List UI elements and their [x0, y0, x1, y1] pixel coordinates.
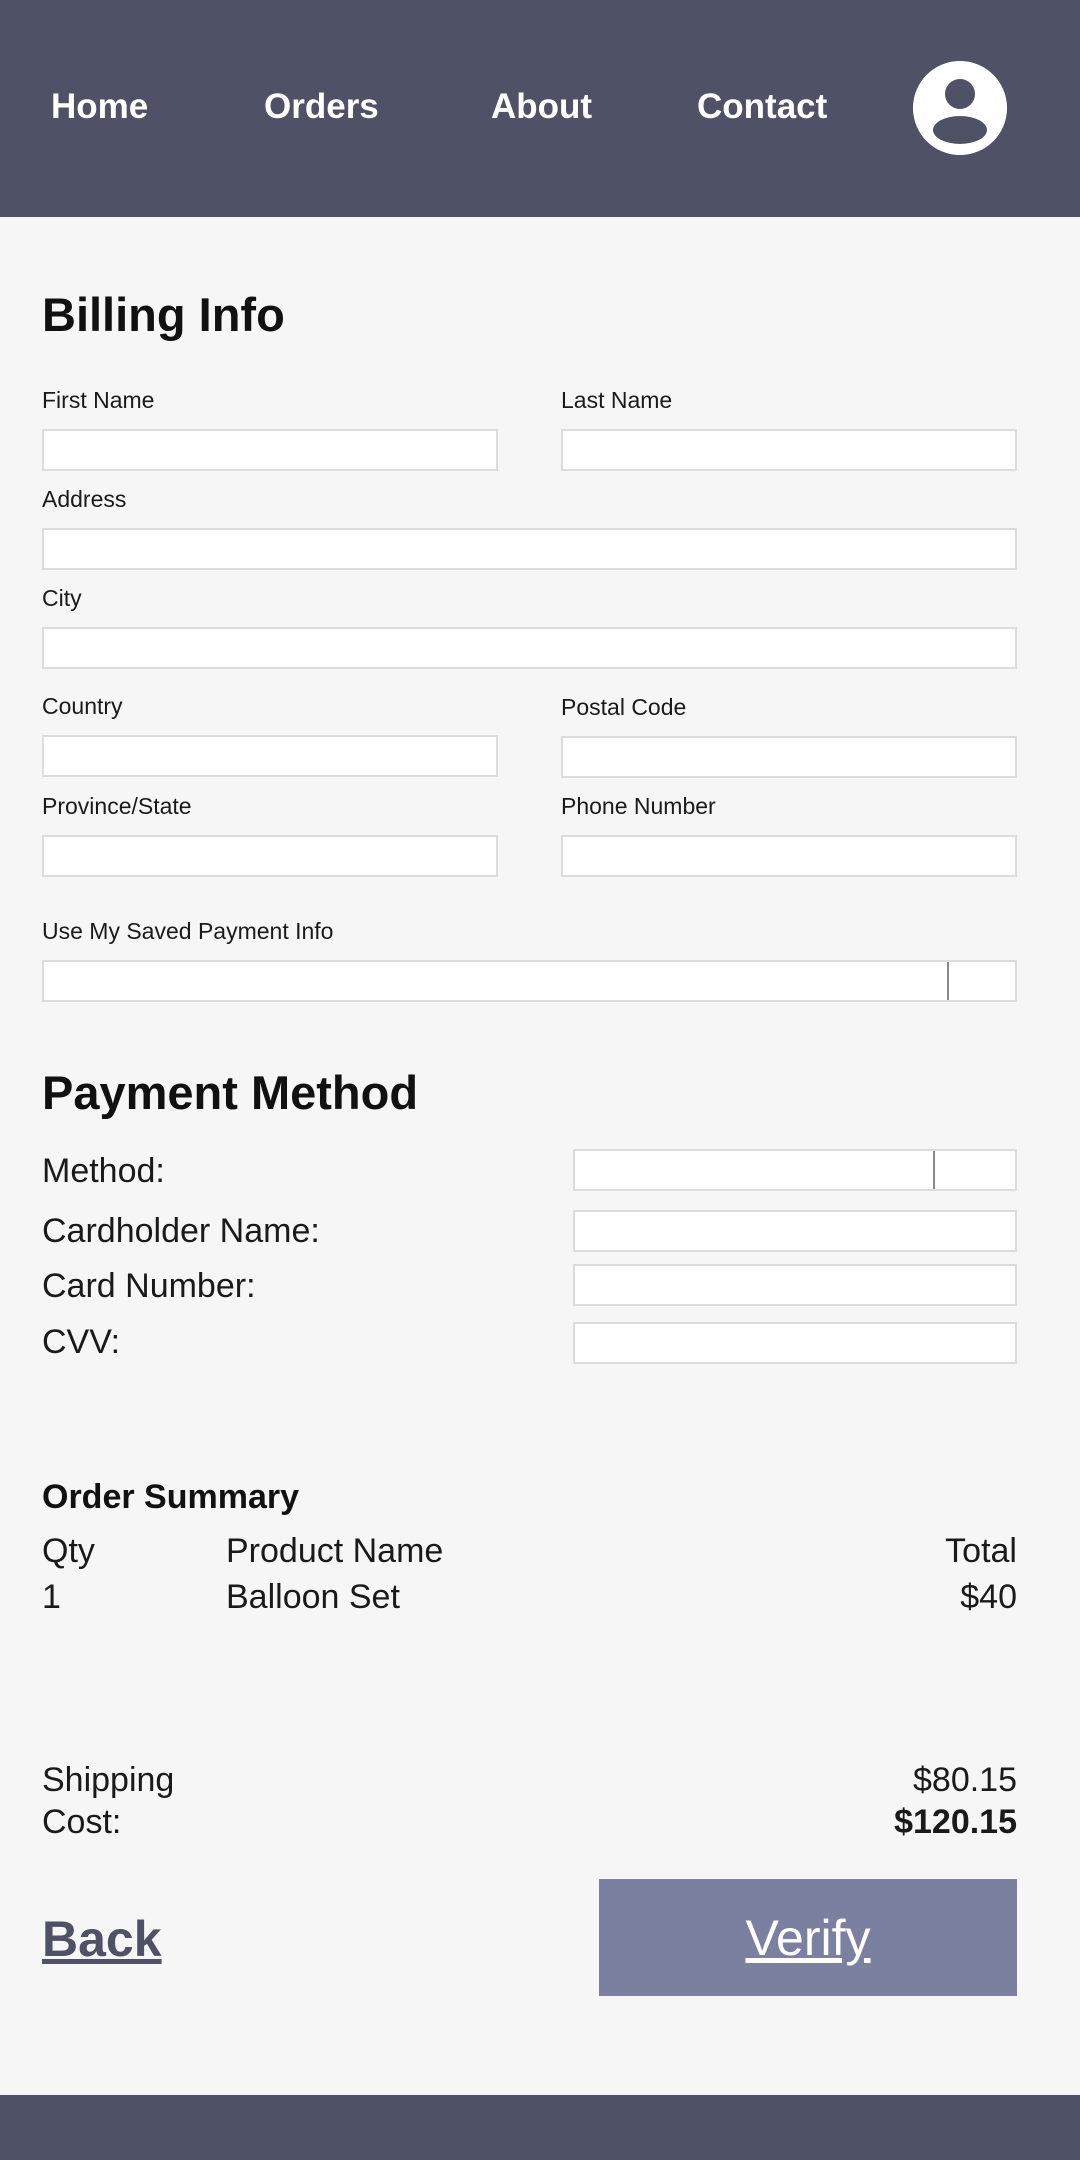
cost-value: $120.15: [894, 1803, 1017, 1841]
total-header: Total: [945, 1532, 1017, 1570]
row-total: $40: [960, 1578, 1017, 1616]
shipping-value: $80.15: [913, 1761, 1017, 1799]
dropdown-divider: [947, 962, 949, 1000]
billing-info-title: Billing Info: [42, 288, 285, 341]
payment-method-title: Payment Method: [42, 1066, 419, 1119]
last-name-field[interactable]: [561, 429, 1017, 471]
postal-code-label: Postal Code: [561, 694, 687, 720]
province-state-label: Province/State: [42, 793, 192, 819]
cost-label: Cost:: [42, 1803, 122, 1841]
back-link[interactable]: Back: [42, 1911, 162, 1967]
address-field[interactable]: [42, 528, 1017, 570]
first-name-label: First Name: [42, 387, 155, 413]
cvv-field[interactable]: [573, 1322, 1017, 1364]
first-name-field[interactable]: [42, 429, 498, 471]
row-product-name: Balloon Set: [226, 1578, 400, 1616]
saved-payment-label: Use My Saved Payment Info: [42, 918, 334, 944]
card-number-label: Card Number:: [42, 1267, 256, 1305]
verify-button[interactable]: Verify: [599, 1879, 1017, 1996]
method-select[interactable]: [573, 1149, 1017, 1191]
city-label: City: [42, 585, 82, 611]
nav-about-link[interactable]: About: [491, 87, 592, 127]
nav-contact-link[interactable]: Contact: [697, 87, 827, 127]
top-nav-bar: Home Orders About Contact: [0, 0, 1080, 217]
user-icon: [913, 61, 1007, 155]
dropdown-divider: [933, 1151, 935, 1189]
order-summary-title: Order Summary: [42, 1478, 299, 1516]
cvv-label: CVV:: [42, 1323, 121, 1361]
city-field[interactable]: [42, 627, 1017, 669]
nav-home-link[interactable]: Home: [51, 87, 148, 127]
province-state-field[interactable]: [42, 835, 498, 877]
phone-number-label: Phone Number: [561, 793, 716, 819]
country-label: Country: [42, 693, 123, 719]
row-qty: 1: [42, 1578, 61, 1616]
cardholder-name-field[interactable]: [573, 1210, 1017, 1252]
cardholder-name-label: Cardholder Name:: [42, 1212, 320, 1250]
postal-code-field[interactable]: [561, 736, 1017, 778]
country-field[interactable]: [42, 735, 498, 777]
nav-orders-link[interactable]: Orders: [264, 87, 379, 127]
method-label: Method:: [42, 1152, 165, 1190]
shipping-label: Shipping: [42, 1761, 175, 1799]
saved-payment-select[interactable]: [42, 960, 1017, 1002]
footer-bar: [0, 2095, 1080, 2160]
phone-number-field[interactable]: [561, 835, 1017, 877]
qty-header: Qty: [42, 1532, 95, 1570]
user-avatar-button[interactable]: [913, 61, 1007, 155]
last-name-label: Last Name: [561, 387, 673, 413]
address-label: Address: [42, 486, 127, 512]
product-name-header: Product Name: [226, 1532, 444, 1570]
card-number-field[interactable]: [573, 1264, 1017, 1306]
